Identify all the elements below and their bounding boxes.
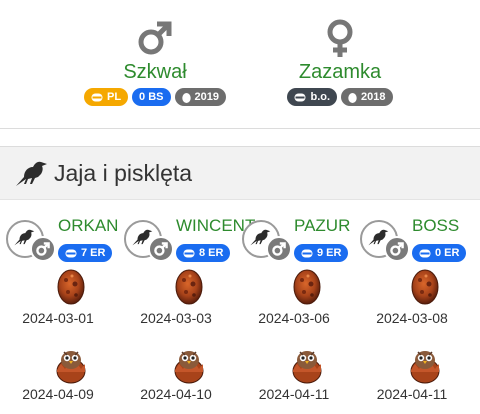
hatchling-icon — [292, 351, 322, 384]
ring-icon — [65, 249, 77, 257]
ring-icon — [301, 249, 313, 257]
crow-icon — [16, 161, 47, 186]
egg-image — [56, 266, 86, 311]
chick-sex-badge — [148, 236, 174, 262]
year-badge: 2018 — [341, 88, 393, 106]
divider — [0, 128, 480, 129]
egg-date: 2024-03-08 — [376, 310, 448, 326]
egg-date: 2024-03-03 — [140, 310, 212, 326]
hatchling-image — [409, 346, 441, 389]
ring-badge: b.o. — [287, 88, 338, 106]
hatchling-image — [291, 346, 323, 389]
male-symbol-icon — [154, 242, 168, 256]
badge-label: PL — [106, 91, 122, 103]
ring-icon — [183, 249, 195, 257]
badge-label: 0 ER — [435, 247, 460, 259]
chick-sex-badge — [30, 236, 56, 262]
hatch-date: 2024-04-11 — [258, 386, 330, 402]
male-symbol-icon — [138, 21, 172, 55]
female-parent[interactable]: Zazamka b.o. 2018 — [240, 18, 440, 106]
egg-image — [292, 266, 322, 311]
egg-icon — [411, 269, 439, 305]
chick-sex-badge — [266, 236, 292, 262]
hatchling-icon — [174, 351, 204, 384]
ring-icon — [419, 249, 431, 257]
hatchling-image — [173, 346, 205, 389]
male-symbol-icon — [36, 242, 50, 256]
chick-card[interactable]: WINCENT 8 ER 2024-03-03 2024-04-10 — [118, 214, 255, 414]
chick-name[interactable]: ORKAN — [58, 216, 118, 236]
female-symbol-icon — [327, 19, 353, 57]
badge-label: 9 ER — [317, 247, 342, 259]
badge-label: 8 ER — [199, 247, 224, 259]
badge-label: 2018 — [361, 91, 386, 103]
er-badge: 0 ER — [412, 244, 467, 262]
badge-label: 0 BS — [139, 91, 164, 103]
chick-sex-badge — [384, 236, 410, 262]
egg-image — [410, 266, 440, 311]
chick-card[interactable]: BOSS 0 ER 2024-03-08 2024-04-11 — [354, 214, 470, 414]
hatch-date: 2024-04-11 — [376, 386, 448, 402]
hatch-date: 2024-04-10 — [140, 386, 212, 402]
male-symbol-icon — [390, 242, 404, 256]
hatchling-icon — [410, 351, 440, 384]
chick-card[interactable]: ORKAN 7 ER 2024-03-01 2024-04-09 — [0, 214, 118, 414]
egg-icon — [57, 269, 85, 305]
chick-name[interactable]: PAZUR — [294, 216, 350, 236]
chick-card[interactable]: PAZUR 9 ER 2024-03-06 2024-04-11 — [236, 214, 352, 414]
badge-label: 2019 — [194, 91, 219, 103]
badge-label: b.o. — [310, 91, 331, 103]
badge-label: 7 ER — [81, 247, 106, 259]
country-badge: PL — [83, 88, 129, 106]
egg-icon — [181, 92, 191, 103]
egg-image — [174, 266, 204, 311]
er-badge: 9 ER — [294, 244, 349, 262]
egg-date: 2024-03-06 — [258, 310, 330, 326]
eggs-chicks-header: Jaja i pisklęta — [0, 146, 480, 200]
female-parent-name[interactable]: Zazamka — [240, 60, 440, 84]
egg-icon — [175, 269, 203, 305]
egg-icon — [293, 269, 321, 305]
male-parent-badges: PL 0 BS 2019 — [55, 88, 255, 106]
year-badge: 2019 — [174, 88, 226, 106]
hatchling-image — [55, 346, 87, 389]
er-badge: 8 ER — [176, 244, 231, 262]
er-badge: 7 ER — [58, 244, 113, 262]
ring-badge: 0 BS — [132, 88, 171, 106]
chick-name[interactable]: BOSS — [412, 216, 459, 236]
male-parent[interactable]: Szkwał PL 0 BS 2019 — [55, 18, 255, 106]
hatchling-icon — [56, 351, 86, 384]
section-title: Jaja i pisklęta — [54, 160, 193, 186]
ring-icon — [91, 93, 103, 101]
ring-icon — [294, 93, 306, 101]
female-parent-badges: b.o. 2018 — [240, 88, 440, 106]
male-parent-name[interactable]: Szkwał — [55, 60, 255, 84]
hatch-date: 2024-04-09 — [22, 386, 94, 402]
male-symbol-icon — [272, 242, 286, 256]
egg-icon — [348, 92, 357, 103]
parents-section: Szkwał PL 0 BS 2019 Zazamka b.o. 2018 — [0, 0, 480, 128]
egg-date: 2024-03-01 — [22, 310, 94, 326]
